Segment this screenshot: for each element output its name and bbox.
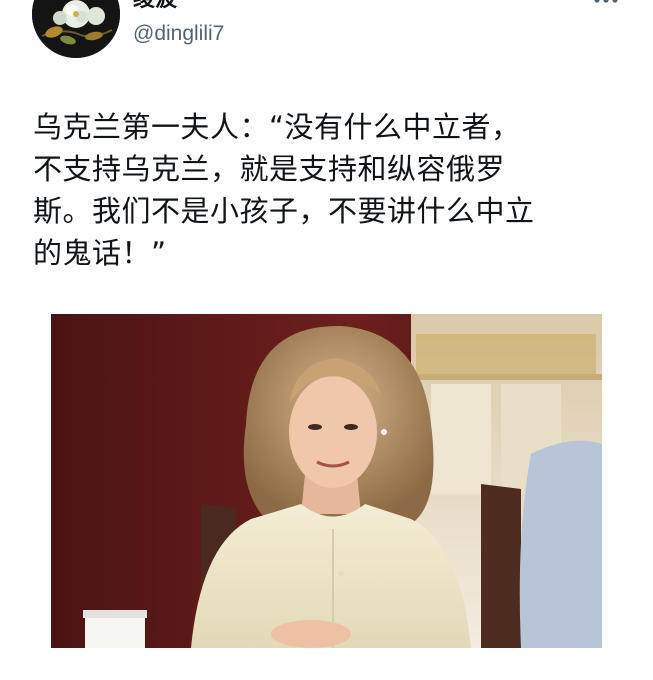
photo-image [51,314,602,648]
author-avatar[interactable] [32,0,120,58]
tweet-photo[interactable] [51,314,602,648]
tweet-card: 绫波 @dinglili7 乌克兰第一夫人：“没有什么中立者， 不支持乌克兰，就… [0,0,653,680]
author-handle[interactable]: @dinglili7 [133,21,224,47]
more-options-button[interactable] [591,0,621,10]
flower-avatar-icon [32,0,120,58]
more-horizontal-icon [594,0,618,3]
tweet-text: 乌克兰第一夫人：“没有什么中立者， 不支持乌克兰，就是支持和纵容俄罗 斯。我们不… [33,110,535,270]
author-display-name[interactable]: 绫波 [133,0,177,14]
